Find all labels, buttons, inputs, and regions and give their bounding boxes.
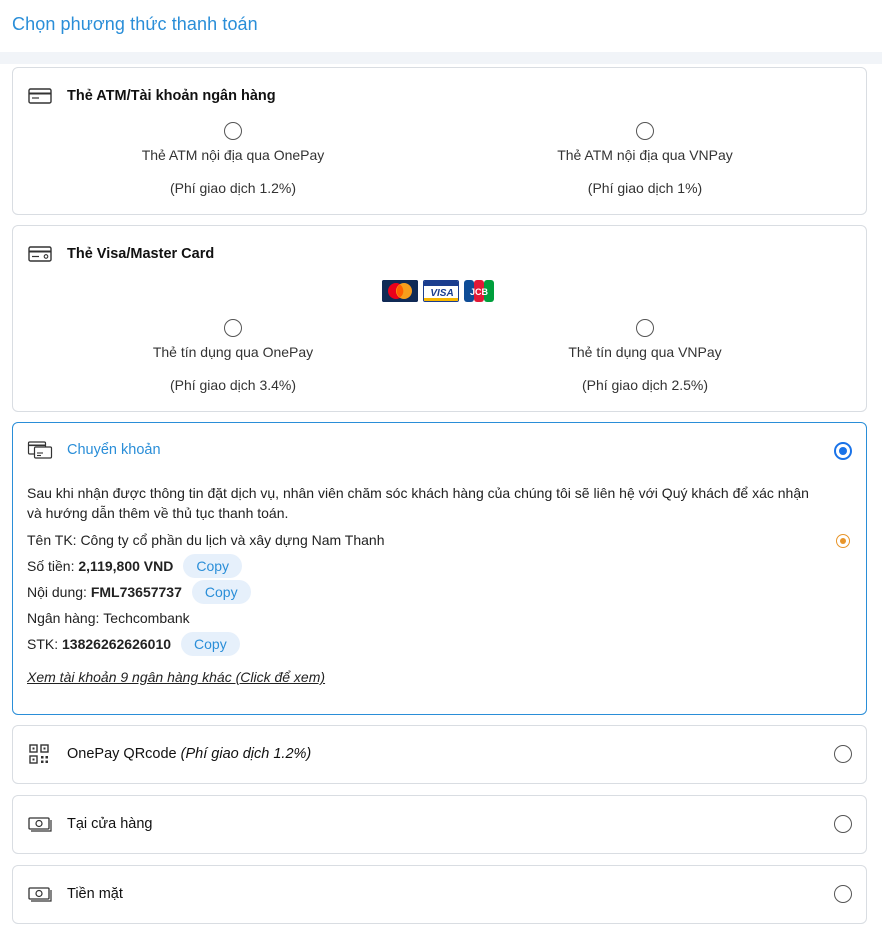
bank-label: Ngân hàng: [27, 610, 104, 626]
visa-vnpay-radio[interactable] [636, 319, 654, 337]
atm-onepay-label: Thẻ ATM nội địa qua OnePay [141, 147, 325, 163]
content-label: Nội dung: [27, 584, 91, 600]
qr-payment-card[interactable]: OnePay QRcode (Phí giao dịch 1.2%) [12, 725, 867, 784]
store-radio[interactable] [834, 815, 852, 833]
atm-vnpay-label: Thẻ ATM nội địa qua VNPay [557, 147, 733, 163]
stk-label: STK: [27, 636, 63, 652]
atm-payment-card: Thẻ ATM/Tài khoản ngân hàng Thẻ ATM nội … [12, 67, 867, 215]
visa-onepay-radio[interactable] [224, 319, 242, 337]
credit-card-icon [28, 246, 52, 262]
atm-onepay-fee: (Phí giao dịch 1.2%) [169, 180, 297, 196]
visa-onepay-label: Thẻ tín dụng qua OnePay [152, 344, 314, 360]
atm-card-title: Thẻ ATM/Tài khoản ngân hàng [67, 88, 276, 104]
cash-card-header: Tiền mặt [27, 884, 123, 904]
card-brand-logos: VISA JCB [382, 280, 494, 302]
cash-card-title: Tiền mặt [67, 886, 123, 902]
stk-row: STK: 13826262626010 Copy [27, 631, 827, 657]
copy-content-button[interactable]: Copy [191, 580, 251, 604]
store-card-header: Tại cửa hàng [27, 814, 152, 834]
account-name-value: Công ty cổ phần du lịch và xây dựng Nam … [80, 532, 385, 548]
qr-fee-text: (Phí giao dịch 1.2%) [180, 746, 312, 762]
atm-vnpay-radio[interactable] [636, 122, 654, 140]
transfer-payment-card[interactable]: Chuyển khoản Sau khi nhận được thông tin… [12, 422, 867, 715]
visa-vnpay-label: Thẻ tín dụng qua VNPay [568, 344, 722, 360]
divider-band [0, 52, 882, 64]
amount-value: 2,119,800 VND [78, 558, 174, 574]
visa-card-title: Thẻ Visa/Master Card [67, 246, 215, 262]
qr-card-title: OnePay QRcode (Phí giao dịch 1.2%) [67, 746, 311, 762]
qr-code-icon [29, 744, 49, 764]
transfer-card-title: Chuyển khoản [67, 442, 161, 458]
bank-card-icon [28, 88, 52, 104]
jcb-logo-text: JCB [470, 287, 489, 297]
bank-row: Ngân hàng: Techcombank [27, 605, 827, 631]
atm-card-header: Thẻ ATM/Tài khoản ngân hàng [27, 86, 276, 106]
bank-account-radio[interactable] [836, 534, 850, 548]
atm-onepay-option[interactable]: Thẻ ATM nội địa qua OnePay (Phí giao dịc… [113, 147, 353, 196]
more-bank-accounts-link[interactable]: Xem tài khoản 9 ngân hàng khác (Click để… [27, 667, 325, 687]
jcb-logo: JCB [464, 280, 494, 302]
transfer-card-header: Chuyển khoản [27, 440, 161, 460]
account-name-label: Tên TK: [27, 532, 81, 548]
cash-payment-card[interactable]: Tiền mặt [12, 865, 867, 924]
qr-card-header: OnePay QRcode (Phí giao dịch 1.2%) [27, 744, 311, 764]
atm-vnpay-fee: (Phí giao dịch 1%) [587, 180, 703, 196]
visa-vnpay-fee: (Phí giao dịch 2.5%) [581, 377, 709, 393]
copy-amount-button[interactable]: Copy [183, 554, 243, 578]
cash-icon [28, 817, 52, 832]
money-icon [28, 887, 52, 902]
content-row: Nội dung: FML73657737 Copy [27, 579, 827, 605]
visa-logo-text: VISA [430, 288, 453, 299]
visa-vnpay-option[interactable]: Thẻ tín dụng qua VNPay (Phí giao dịch 2.… [525, 344, 765, 393]
atm-onepay-radio[interactable] [224, 122, 242, 140]
content-value: FML73657737 [90, 584, 182, 600]
bank-value: Techcombank [103, 610, 190, 626]
qr-title-text: OnePay QRcode [67, 746, 181, 762]
visa-card-header: Thẻ Visa/Master Card [27, 244, 214, 264]
qr-radio[interactable] [834, 745, 852, 763]
page-title: Chọn phương thức thanh toán [12, 14, 258, 34]
visa-onepay-fee: (Phí giao dịch 3.4%) [169, 377, 297, 393]
amount-label: Số tiền: [27, 558, 79, 574]
cash-radio[interactable] [834, 885, 852, 903]
transfer-description: Sau khi nhận được thông tin đặt dịch vụ,… [27, 485, 809, 521]
store-payment-card[interactable]: Tại cửa hàng [12, 795, 867, 854]
atm-vnpay-option[interactable]: Thẻ ATM nội địa qua VNPay (Phí giao dịch… [525, 147, 765, 196]
stk-value: 13826262626010 [62, 636, 172, 652]
copy-stk-button[interactable]: Copy [181, 632, 240, 656]
bank-transfer-icon [27, 441, 53, 459]
transfer-radio[interactable] [834, 442, 852, 460]
header: Chọn phương thức thanh toán [0, 0, 882, 50]
amount-row: Số tiền: 2,119,800 VND Copy [27, 553, 827, 579]
store-card-title: Tại cửa hàng [67, 816, 153, 832]
visa-payment-card: Thẻ Visa/Master Card VISA JCB Thẻ tín dụ… [12, 225, 867, 412]
mastercard-logo [382, 280, 418, 302]
account-name-row: Tên TK: Công ty cổ phần du lịch và xây d… [27, 527, 827, 553]
visa-logo: VISA [423, 280, 459, 302]
transfer-details: Sau khi nhận được thông tin đặt dịch vụ,… [27, 483, 827, 687]
visa-onepay-option[interactable]: Thẻ tín dụng qua OnePay (Phí giao dịch 3… [113, 344, 353, 393]
